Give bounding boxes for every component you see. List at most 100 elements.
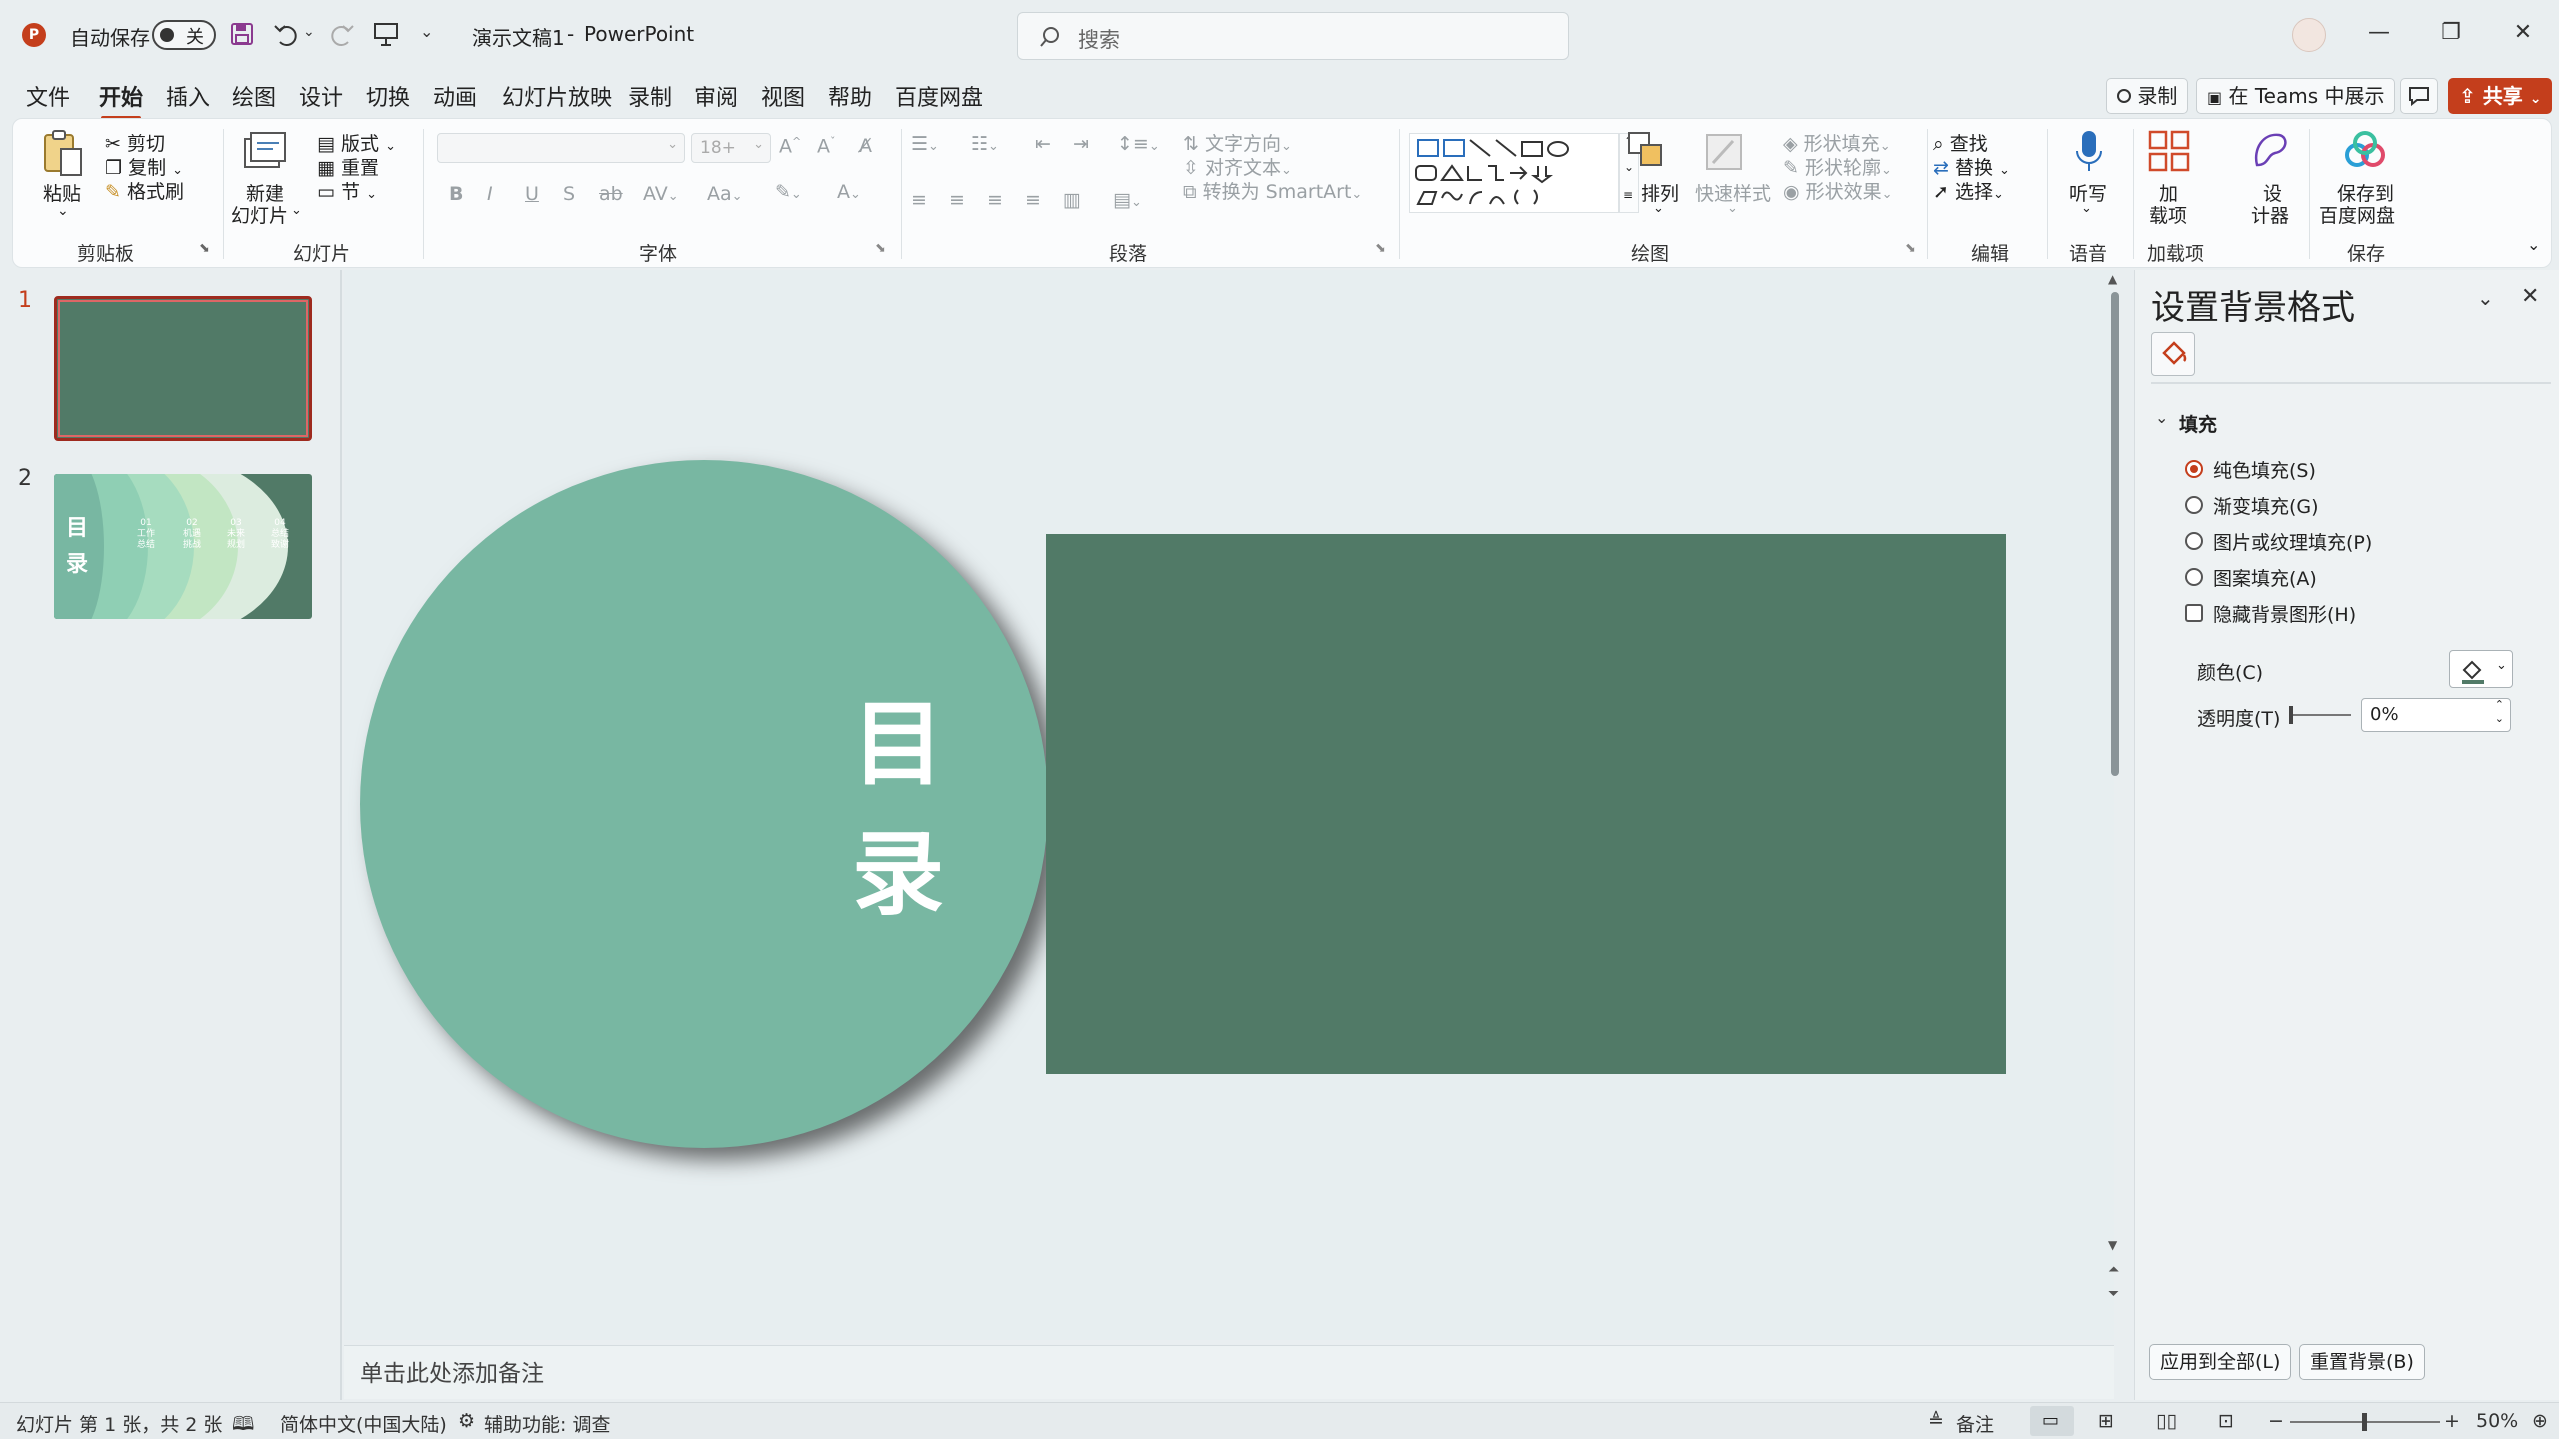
font-color-icon[interactable]: A⌄ [837,181,861,203]
bold-button[interactable]: B [449,183,463,205]
tab-insert[interactable]: 插入 [166,80,210,112]
ribbon-collapse-icon[interactable]: ⌄ [2527,235,2540,254]
section-button[interactable]: ▭ 节 ⌄ [317,177,377,204]
shapes-gallery[interactable] [1409,133,1619,213]
reset-button[interactable]: ▦ 重置 [317,153,379,180]
numbering-icon[interactable]: ☷⌄ [971,133,999,155]
designer-icon[interactable] [2249,129,2293,173]
tab-slideshow[interactable]: 幻灯片放映 [502,80,612,112]
close-icon[interactable]: ✕ [2508,18,2538,48]
align-right-icon[interactable]: ≡ [987,189,1003,211]
notes-icon[interactable]: ≜ [1928,1410,1944,1432]
arrange-icon[interactable] [1625,129,1669,177]
tab-animations[interactable]: 动画 [433,80,477,112]
tab-file[interactable]: 文件 [26,80,70,112]
option-pattern-fill[interactable]: 图案填充(A) [2213,564,2317,591]
tab-view[interactable]: 视图 [761,80,805,112]
save-to-baidu-label-2[interactable]: 百度网盘 [2319,201,2395,228]
tab-help[interactable]: 帮助 [828,80,872,112]
replace-button[interactable]: ⇄ 替换 ⌄ [1933,153,2010,180]
microphone-icon[interactable] [2069,127,2109,177]
slide-sorter-icon[interactable]: ⊞ [2098,1410,2114,1432]
font-launcher-icon[interactable]: ⬊ [875,241,886,256]
radio-gradient-fill[interactable] [2185,496,2203,514]
spell-check-icon[interactable]: 🕮 [232,1410,254,1439]
option-gradient-fill[interactable]: 渐变填充(G) [2213,492,2319,519]
redo-icon[interactable] [328,20,356,48]
char-spacing-button[interactable]: AV⌄ [643,183,679,205]
undo-icon[interactable] [272,20,300,48]
zoom-in-icon[interactable]: + [2444,1410,2460,1432]
line-spacing-icon[interactable]: ↕≡⌄ [1117,133,1160,155]
italic-button[interactable]: I [487,183,493,205]
pane-options-icon[interactable]: ⌄ [2477,286,2494,310]
transparency-input[interactable]: 0% ⌃ ⌄ [2361,698,2511,732]
paste-dropdown-icon[interactable]: ⌄ [57,203,69,219]
slideshow-view-icon[interactable]: ⊡ [2218,1410,2234,1432]
format-painter-button[interactable]: ✎ 格式刷 [105,177,184,204]
new-slide-icon[interactable] [243,129,287,173]
radio-solid-fill[interactable] [2185,460,2203,478]
spin-down-icon[interactable]: ⌄ [2495,712,2504,725]
apply-to-all-button[interactable]: 应用到全部(L) [2149,1344,2292,1380]
text-direction-button[interactable]: ⇅ 文字方向⌄ [1183,129,1292,156]
restore-icon[interactable]: ❐ [2436,18,2466,48]
scroll-down-icon[interactable]: ▼ [2108,1238,2117,1252]
arrange-dropdown-icon[interactable]: ⌄ [1653,201,1664,216]
radio-pattern-fill[interactable] [2185,568,2203,586]
search-box[interactable]: 搜索 [1017,12,1569,60]
shape-effects-button[interactable]: ◉ 形状效果⌄ [1783,177,1893,204]
tab-transitions[interactable]: 切换 [366,80,410,112]
find-button[interactable]: ⌕ 查找 [1933,129,1988,156]
teams-present-button[interactable]: ▣ 在 Teams 中展示 [2196,78,2396,114]
change-case-button[interactable]: Aa⌄ [707,183,743,205]
language-indicator[interactable]: 简体中文(中国大陆) [280,1410,447,1437]
addins-label-2[interactable]: 载项 [2149,201,2187,228]
accessibility-status[interactable]: 辅助功能: 调查 [484,1410,610,1437]
smartart-button[interactable]: ⧉ 转换为 SmartArt⌄ [1183,177,1362,204]
paragraph-launcher-icon[interactable]: ⬊ [1375,241,1386,256]
zoom-slider[interactable] [2290,1413,2440,1431]
spin-up-icon[interactable]: ⌃ [2495,698,2504,711]
align-center-icon[interactable]: ≡ [949,189,965,211]
zoom-out-icon[interactable]: − [2268,1410,2284,1432]
decrease-indent-icon[interactable]: ⇤ [1035,133,1051,155]
fill-section-title[interactable]: 填充 [2179,410,2217,437]
hide-background-checkbox[interactable] [2185,604,2203,622]
comments-icon[interactable] [2400,78,2438,114]
slide-thumbnail-2[interactable]: 目 录 01 工作 总结 02 机遇 挑战 03 未来 规划 04 总结 致谢 [54,474,312,619]
transparency-slider[interactable] [2289,702,2351,728]
next-slide-icon[interactable]: ⏷ [2108,1286,2119,1302]
tab-baidu[interactable]: 百度网盘 [895,80,983,112]
fill-section-chevron-icon[interactable]: ⌄ [2155,408,2168,427]
bullets-icon[interactable]: ☰⌄ [911,133,939,155]
scroll-up-icon[interactable]: ▲ [2108,272,2117,286]
tab-home[interactable]: 开始 [99,80,143,120]
align-left-icon[interactable]: ≡ [911,189,927,211]
hide-background-label[interactable]: 隐藏背景图形(H) [2213,600,2356,627]
option-solid-fill[interactable]: 纯色填充(S) [2213,456,2316,483]
dictate-dropdown-icon[interactable]: ⌄ [2081,201,2092,216]
tab-record[interactable]: 录制 [628,80,672,112]
new-slide-label-2[interactable]: 幻灯片 [231,201,288,228]
canvas-scrollbar[interactable]: ▲ ▼ ⏶ ⏷ [2108,270,2122,1340]
font-name-select[interactable]: ⌄ [437,133,685,163]
minimize-icon[interactable]: — [2364,18,2394,48]
option-picture-fill[interactable]: 图片或纹理填充(P) [2213,528,2372,555]
notes-pane[interactable]: 单击此处添加备注 [344,1345,2114,1399]
radio-picture-fill[interactable] [2185,532,2203,550]
share-button[interactable]: ⇪ 共享 ⌄ [2448,78,2553,114]
undo-dropdown-icon[interactable]: ⌄ [303,24,315,40]
record-button[interactable]: 录制 [2106,78,2189,114]
tab-draw[interactable]: 绘图 [232,80,276,112]
columns-icon[interactable]: ▤⌄ [1113,189,1142,211]
fit-to-window-icon[interactable]: ⊕ [2532,1410,2548,1432]
drawing-launcher-icon[interactable]: ⬊ [1905,241,1916,256]
distribute-icon[interactable]: ▥ [1063,189,1081,211]
normal-view-button[interactable]: ▭ [2030,1406,2074,1436]
designer-label-2[interactable]: 计器 [2251,201,2289,228]
select-button[interactable]: ➚ 选择⌄ [1933,177,2004,204]
shadow-button[interactable]: S [563,183,575,205]
layout-button[interactable]: ▤ 版式 ⌄ [317,129,396,156]
reading-view-icon[interactable]: ▯▯ [2156,1410,2177,1432]
